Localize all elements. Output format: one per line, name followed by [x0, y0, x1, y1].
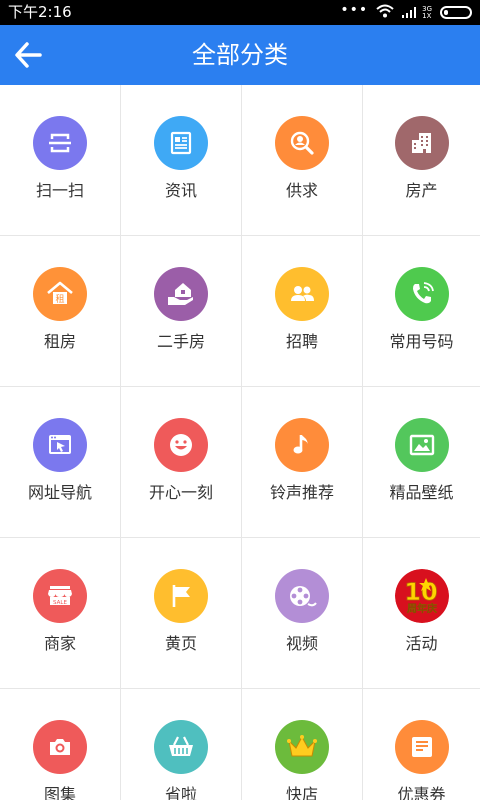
category-item-building[interactable]: 房产 [363, 85, 480, 236]
category-label: 活动 [405, 634, 438, 653]
crown-icon [275, 720, 329, 774]
category-item-camera[interactable]: 图集 [0, 689, 121, 800]
category-item-browser[interactable]: 网址导航 [0, 387, 121, 538]
svg-text:周年庆: 周年庆 [407, 602, 437, 615]
category-label: 铃声推荐 [269, 483, 334, 502]
category-item-smile[interactable]: 开心一刻 [121, 387, 242, 538]
category-label: 精品壁纸 [389, 483, 454, 502]
news-icon [154, 116, 208, 170]
category-label: 视频 [285, 634, 318, 653]
category-item-film-reel[interactable]: 视频 [242, 538, 363, 689]
camera-icon [33, 720, 87, 774]
scan-icon [33, 116, 87, 170]
network-type-bottom: 1X [422, 11, 432, 20]
category-label: 常用号码 [389, 332, 454, 351]
category-label: 租房 [43, 332, 76, 351]
header-bar: 全部分类 [0, 25, 480, 85]
building-icon [394, 116, 449, 170]
category-item-people[interactable]: 招聘 [242, 236, 363, 387]
picture-icon [394, 418, 449, 472]
anniversary-badge-icon: 10 周年庆 [394, 569, 449, 623]
category-label: 省啦 [164, 785, 197, 800]
category-item-rent-house[interactable]: 租租房 [0, 236, 121, 387]
film-reel-icon [275, 569, 329, 623]
status-time: 下午2:16 [8, 3, 72, 21]
category-item-picture[interactable]: 精品壁纸 [363, 387, 480, 538]
page-title: 全部分类 [192, 41, 288, 69]
hand-house-icon [154, 267, 208, 321]
back-arrow-icon [15, 42, 42, 68]
category-item-basket[interactable]: 省啦 [121, 689, 242, 800]
status-bar: 下午2:16 ••• 3G 1X [0, 0, 480, 25]
people-icon [275, 267, 329, 321]
signal-icon [402, 3, 418, 22]
category-label: 资讯 [164, 181, 197, 200]
svg-text:租: 租 [55, 294, 64, 305]
back-button[interactable] [8, 35, 48, 75]
category-label: 黄页 [164, 634, 197, 653]
category-label: 扫一扫 [35, 181, 84, 200]
browser-icon [33, 418, 87, 472]
category-label: 供求 [285, 181, 318, 200]
category-label: 招聘 [285, 332, 318, 351]
category-item-shop[interactable]: SALE 商家 [0, 538, 121, 689]
network-type: 3G 1X [422, 5, 432, 20]
category-item-coupon[interactable]: 优惠券 [363, 689, 480, 800]
category-item-music-note[interactable]: 铃声推荐 [242, 387, 363, 538]
category-label: 开心一刻 [148, 483, 213, 502]
wifi-icon [376, 3, 394, 22]
category-item-scan[interactable]: 扫一扫 [0, 85, 121, 236]
flag-icon [154, 569, 208, 623]
status-icons: ••• 3G 1X [340, 0, 472, 25]
category-label: 商家 [43, 634, 76, 653]
search-person-icon [275, 116, 329, 170]
shop-icon: SALE [33, 569, 87, 623]
coupon-icon [394, 720, 449, 774]
rent-house-icon: 租 [33, 267, 87, 321]
category-label: 二手房 [156, 332, 205, 351]
category-label: 网址导航 [27, 483, 92, 502]
smile-icon [154, 418, 208, 472]
category-label: 图集 [43, 785, 76, 800]
category-item-crown[interactable]: 快店 [242, 689, 363, 800]
music-note-icon [275, 418, 329, 472]
basket-icon [154, 720, 208, 774]
phone-icon [394, 267, 449, 321]
more-dots-icon: ••• [340, 1, 369, 18]
category-label: 房产 [405, 181, 438, 200]
svg-text:10: 10 [404, 578, 437, 606]
category-label: 快店 [285, 785, 318, 800]
category-item-phone[interactable]: 常用号码 [363, 236, 480, 387]
category-item-anniversary-badge[interactable]: 10 周年庆活动 [363, 538, 480, 689]
category-item-flag[interactable]: 黄页 [121, 538, 242, 689]
category-item-hand-house[interactable]: 二手房 [121, 236, 242, 387]
battery-icon [440, 6, 472, 19]
category-grid: 扫一扫 资讯 供求 房产租租房 二手房 招聘 常用号码 网址导航 开心一刻 铃声推荐 精品壁纸 SAL… [0, 85, 480, 800]
category-item-news[interactable]: 资讯 [121, 85, 242, 236]
category-item-search-person[interactable]: 供求 [242, 85, 363, 236]
svg-text:SALE: SALE [53, 600, 67, 606]
category-label: 优惠券 [397, 785, 446, 800]
